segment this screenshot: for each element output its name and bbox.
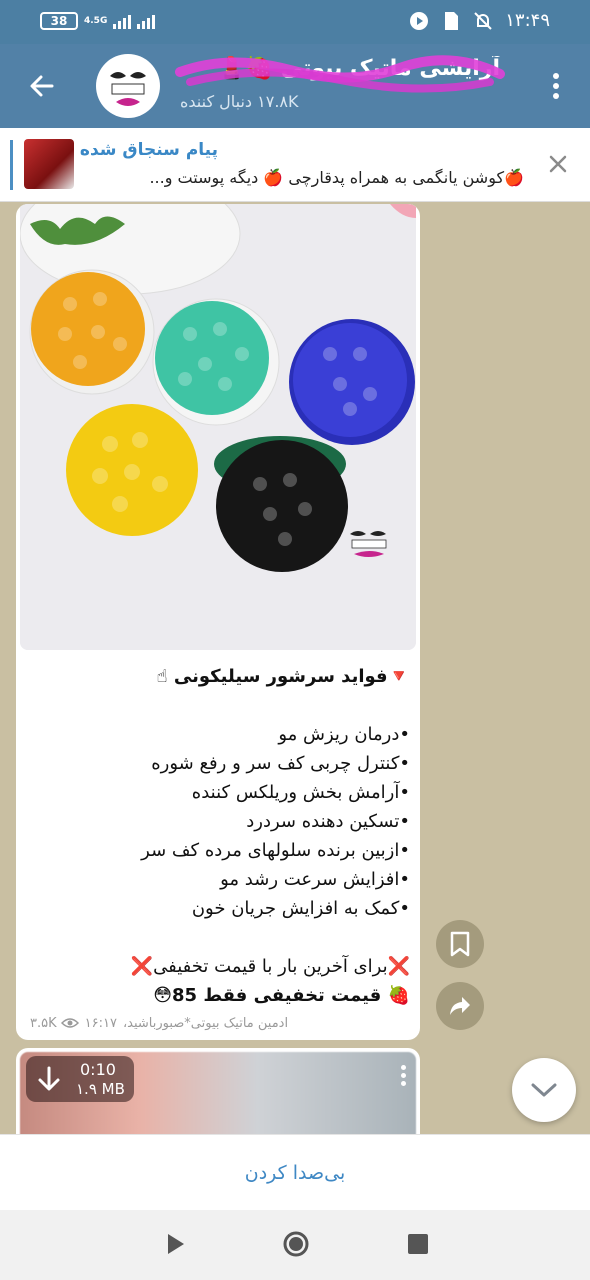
signal-icon	[113, 13, 132, 29]
network-type: 4.5G	[84, 15, 108, 26]
status-bar: 38 4.5G ۱۳:۴۹	[0, 0, 590, 44]
message-time: ۱۶:۱۷	[84, 1015, 117, 1031]
channel-title-emoji: 🍓💄	[218, 56, 274, 81]
close-icon	[549, 155, 567, 173]
channel-title-text: آرایشی ماتیک بیوتی	[280, 56, 500, 81]
video-download-chip[interactable]: 0:10 ۱.۹ MB	[26, 1056, 134, 1102]
bullet-item: •ازبین برنده سلولهای مرده کف سر	[141, 840, 410, 861]
message-bubble[interactable]: 🔻فواید سرشور سیلیکونی ☝ •درمان ریزش مو •…	[16, 204, 420, 1040]
message-text: 🔻فواید سرشور سیلیکونی ☝ •درمان ریزش مو •…	[30, 662, 410, 1010]
channel-header: آرایشی ماتیک بیوتی 🍓💄 ۱۷.۸K دنبال کننده	[0, 44, 590, 128]
mute-notification-icon	[473, 11, 493, 31]
arrow-left-icon	[30, 75, 54, 97]
channel-title[interactable]: آرایشی ماتیک بیوتی 🍓💄	[180, 56, 500, 90]
video-message-bubble[interactable]: 0:10 ۱.۹ MB	[16, 1048, 420, 1134]
nav-recents-icon[interactable]	[408, 1234, 428, 1254]
pinned-accent	[10, 140, 13, 190]
close-pinned-button[interactable]	[542, 148, 574, 180]
message-photo[interactable]	[20, 204, 416, 650]
status-right: ۱۳:۴۹	[409, 10, 550, 31]
pinned-thumbnail	[24, 139, 74, 189]
message-author: ادمین ماتیک بیوتی*صبورباشید،	[122, 1015, 289, 1031]
bullet-item: •کنترل چربی کف سر و رفع شوره	[151, 753, 410, 774]
pinned-title: پیام سنجاق شده	[79, 140, 218, 160]
message-headline: 🔻فواید سرشور سیلیکونی ☝	[30, 662, 410, 691]
share-button[interactable]	[436, 982, 484, 1030]
headline-icon: 🔻	[387, 666, 410, 687]
more-options-button[interactable]	[542, 68, 570, 104]
view-count-text: ۳.۵K	[30, 1015, 57, 1031]
download-icon[interactable]	[34, 1064, 64, 1094]
nav-home-icon[interactable]	[282, 1230, 310, 1258]
headline-text: فواید سرشور سیلیکونی	[173, 666, 388, 687]
video-size: ۱.۹ MB	[76, 1080, 125, 1098]
pinned-message-bar[interactable]: پیام سنجاق شده 🍎کوشن یانگمی به همراه پدق…	[0, 128, 590, 202]
sim-card-icon	[441, 11, 461, 31]
pinned-text: 🍎کوشن یانگمی به همراه پدقارچی 🍎 دیگه پوس…	[149, 168, 524, 187]
signal-icon-2	[137, 13, 156, 29]
nav-back-icon[interactable]	[164, 1232, 188, 1256]
system-navigation-bar	[0, 1210, 590, 1280]
chevron-down-icon	[531, 1083, 557, 1097]
mute-button[interactable]: بی‌صدا کردن	[245, 1162, 346, 1184]
bullet-item: •آرامش بخش وریلکس کننده	[191, 782, 410, 803]
back-button[interactable]	[20, 64, 64, 108]
pointing-hand-icon: ☝	[156, 666, 168, 687]
status-left: 38 4.5G	[40, 12, 156, 30]
play-notification-icon	[409, 11, 429, 31]
bullet-item: •تسکین دهنده سردرد	[246, 811, 410, 832]
share-icon	[450, 997, 470, 1015]
bottom-action-bar: بی‌صدا کردن	[0, 1134, 590, 1210]
bullet-item: •درمان ریزش مو	[278, 724, 410, 745]
subscriber-count: ۱۷.۸K دنبال کننده	[180, 92, 299, 111]
bookmark-button[interactable]	[436, 920, 484, 968]
channel-avatar[interactable]	[96, 54, 160, 118]
bookmark-icon	[450, 931, 470, 957]
video-options-button[interactable]	[396, 1060, 410, 1090]
message-meta: ادمین ماتیک بیوتی*صبورباشید، ۱۶:۱۷ ۳.۵K	[30, 1012, 408, 1034]
promo-line: ❌برای آخرین بار با قیمت تخفیفی❌	[130, 956, 410, 977]
clock: ۱۳:۴۹	[505, 10, 550, 31]
bullet-item: •کمک به افزایش جریان خون	[191, 898, 410, 919]
eye-icon	[60, 1018, 79, 1028]
price-line: 🍓 قیمت تخفیفی فقط 85😳	[153, 985, 410, 1006]
bullet-item: •افزایش سرعت رشد مو	[220, 869, 410, 890]
battery-indicator: 38	[40, 12, 78, 30]
view-count: ۳.۵K	[30, 1016, 79, 1031]
video-duration: 0:10	[80, 1060, 116, 1079]
scroll-down-button[interactable]	[512, 1058, 576, 1122]
